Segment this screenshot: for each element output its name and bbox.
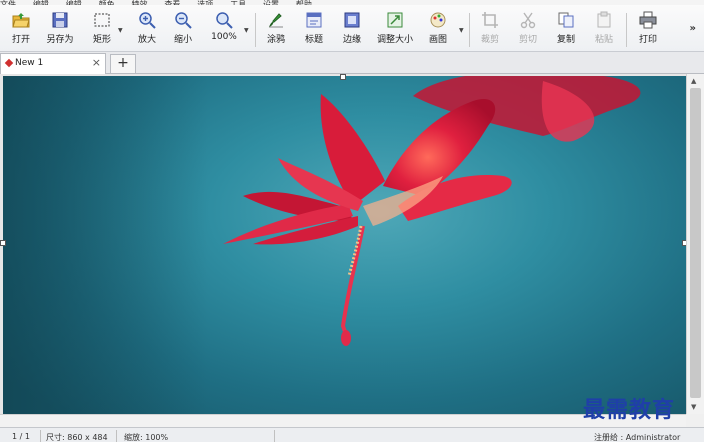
toolbar-separator-2 — [469, 13, 470, 47]
crop-label: 裁剪 — [480, 35, 499, 45]
toolbar-overflow-icon[interactable]: » — [690, 23, 696, 34]
image-canvas[interactable] — [0, 74, 686, 414]
border-label: 边缘 — [342, 35, 361, 45]
rect-dropdown-icon[interactable]: ▼ — [118, 27, 123, 34]
rect-label: 矩形 — [92, 35, 111, 45]
zoom-in-label: 放大 — [137, 35, 156, 45]
zoom-dropdown-icon[interactable]: ▼ — [244, 27, 249, 34]
status-bar: 1 / 1 尺寸: 860 x 484 缩放: 100% 注册给 : Admin… — [0, 427, 704, 442]
resize-handle-top[interactable] — [340, 74, 346, 80]
scissors-icon — [520, 12, 536, 29]
paste-icon — [597, 11, 611, 28]
flower-photo — [3, 76, 686, 414]
save-icon — [52, 12, 68, 28]
document-tab-bar: New 1 × + — [0, 52, 704, 74]
cut-label: 剪切 — [518, 35, 537, 45]
toolbar: 打开 另存为 矩形 ▼ 放大 缩小 100% ▼ 涂鸦 标题 边缘 调整大小 画… — [0, 5, 704, 52]
tab-title: New 1 — [15, 58, 44, 68]
status-divider-2 — [116, 430, 117, 442]
draw-label: 涂鸦 — [266, 35, 285, 45]
border-icon — [344, 12, 360, 28]
zoom-out-icon — [175, 12, 192, 29]
status-divider — [40, 430, 41, 442]
modified-indicator-icon — [4, 58, 14, 68]
open-folder-icon — [12, 13, 30, 28]
scrollbar-thumb[interactable] — [690, 88, 701, 398]
zoom-out-button[interactable]: 缩小 — [170, 9, 196, 49]
paint-button[interactable]: 画图 — [424, 9, 452, 49]
title-button[interactable]: 标题 — [300, 9, 328, 49]
page-indicator: 1 / 1 — [12, 432, 30, 441]
watermark-text: 最需教育 — [583, 397, 676, 423]
zoom-out-label: 缩小 — [173, 35, 192, 45]
zoom-icon — [216, 12, 233, 29]
copy-button[interactable]: 复制 — [552, 9, 580, 49]
copy-icon — [558, 12, 574, 28]
title-icon — [306, 12, 322, 28]
toolbar-separator-3 — [626, 13, 627, 47]
title-label: 标题 — [304, 35, 323, 45]
save-as-button[interactable]: 另存为 — [42, 9, 78, 49]
cut-button[interactable]: 剪切 — [514, 9, 542, 49]
zoom-in-icon — [139, 12, 156, 29]
copy-label: 复制 — [556, 35, 575, 45]
new-tab-button[interactable]: + — [110, 54, 136, 74]
close-tab-icon[interactable]: × — [92, 56, 101, 69]
crop-icon — [482, 12, 498, 28]
vertical-scrollbar[interactable]: ▲ ▼ — [686, 74, 704, 414]
flower-image — [3, 76, 686, 414]
draw-button[interactable]: 涂鸦 — [262, 9, 290, 49]
paint-label: 画图 — [428, 35, 447, 45]
rect-select-button[interactable]: 矩形 — [88, 9, 116, 49]
rect-select-icon — [94, 13, 110, 27]
print-button[interactable]: 打印 — [634, 9, 662, 49]
paste-label: 粘贴 — [594, 35, 613, 45]
toolbar-separator — [255, 13, 256, 47]
open-button[interactable]: 打开 — [6, 9, 36, 49]
open-label: 打开 — [11, 35, 30, 45]
brush-icon — [268, 13, 283, 28]
zoom-100-label: 100% — [211, 32, 237, 42]
resize-handle-left[interactable] — [0, 240, 6, 246]
resize-label: 调整大小 — [376, 35, 413, 45]
scroll-up-icon[interactable]: ▲ — [691, 77, 696, 85]
palette-icon — [430, 12, 446, 28]
scroll-down-icon[interactable]: ▼ — [691, 403, 696, 411]
printer-icon — [639, 11, 657, 29]
print-label: 打印 — [638, 35, 657, 45]
resize-icon — [387, 12, 403, 28]
border-button[interactable]: 边缘 — [338, 9, 366, 49]
tab-new-1[interactable]: New 1 × — [0, 53, 106, 74]
zoom-100-button[interactable]: 100% — [208, 9, 240, 49]
status-divider-3 — [274, 430, 275, 442]
save-as-label: 另存为 — [46, 35, 74, 45]
paint-dropdown-icon[interactable]: ▼ — [459, 27, 464, 34]
crop-button[interactable]: 裁剪 — [476, 9, 504, 49]
paste-button[interactable]: 粘贴 — [590, 9, 618, 49]
zoom-in-button[interactable]: 放大 — [134, 9, 160, 49]
resize-button[interactable]: 调整大小 — [372, 9, 418, 49]
